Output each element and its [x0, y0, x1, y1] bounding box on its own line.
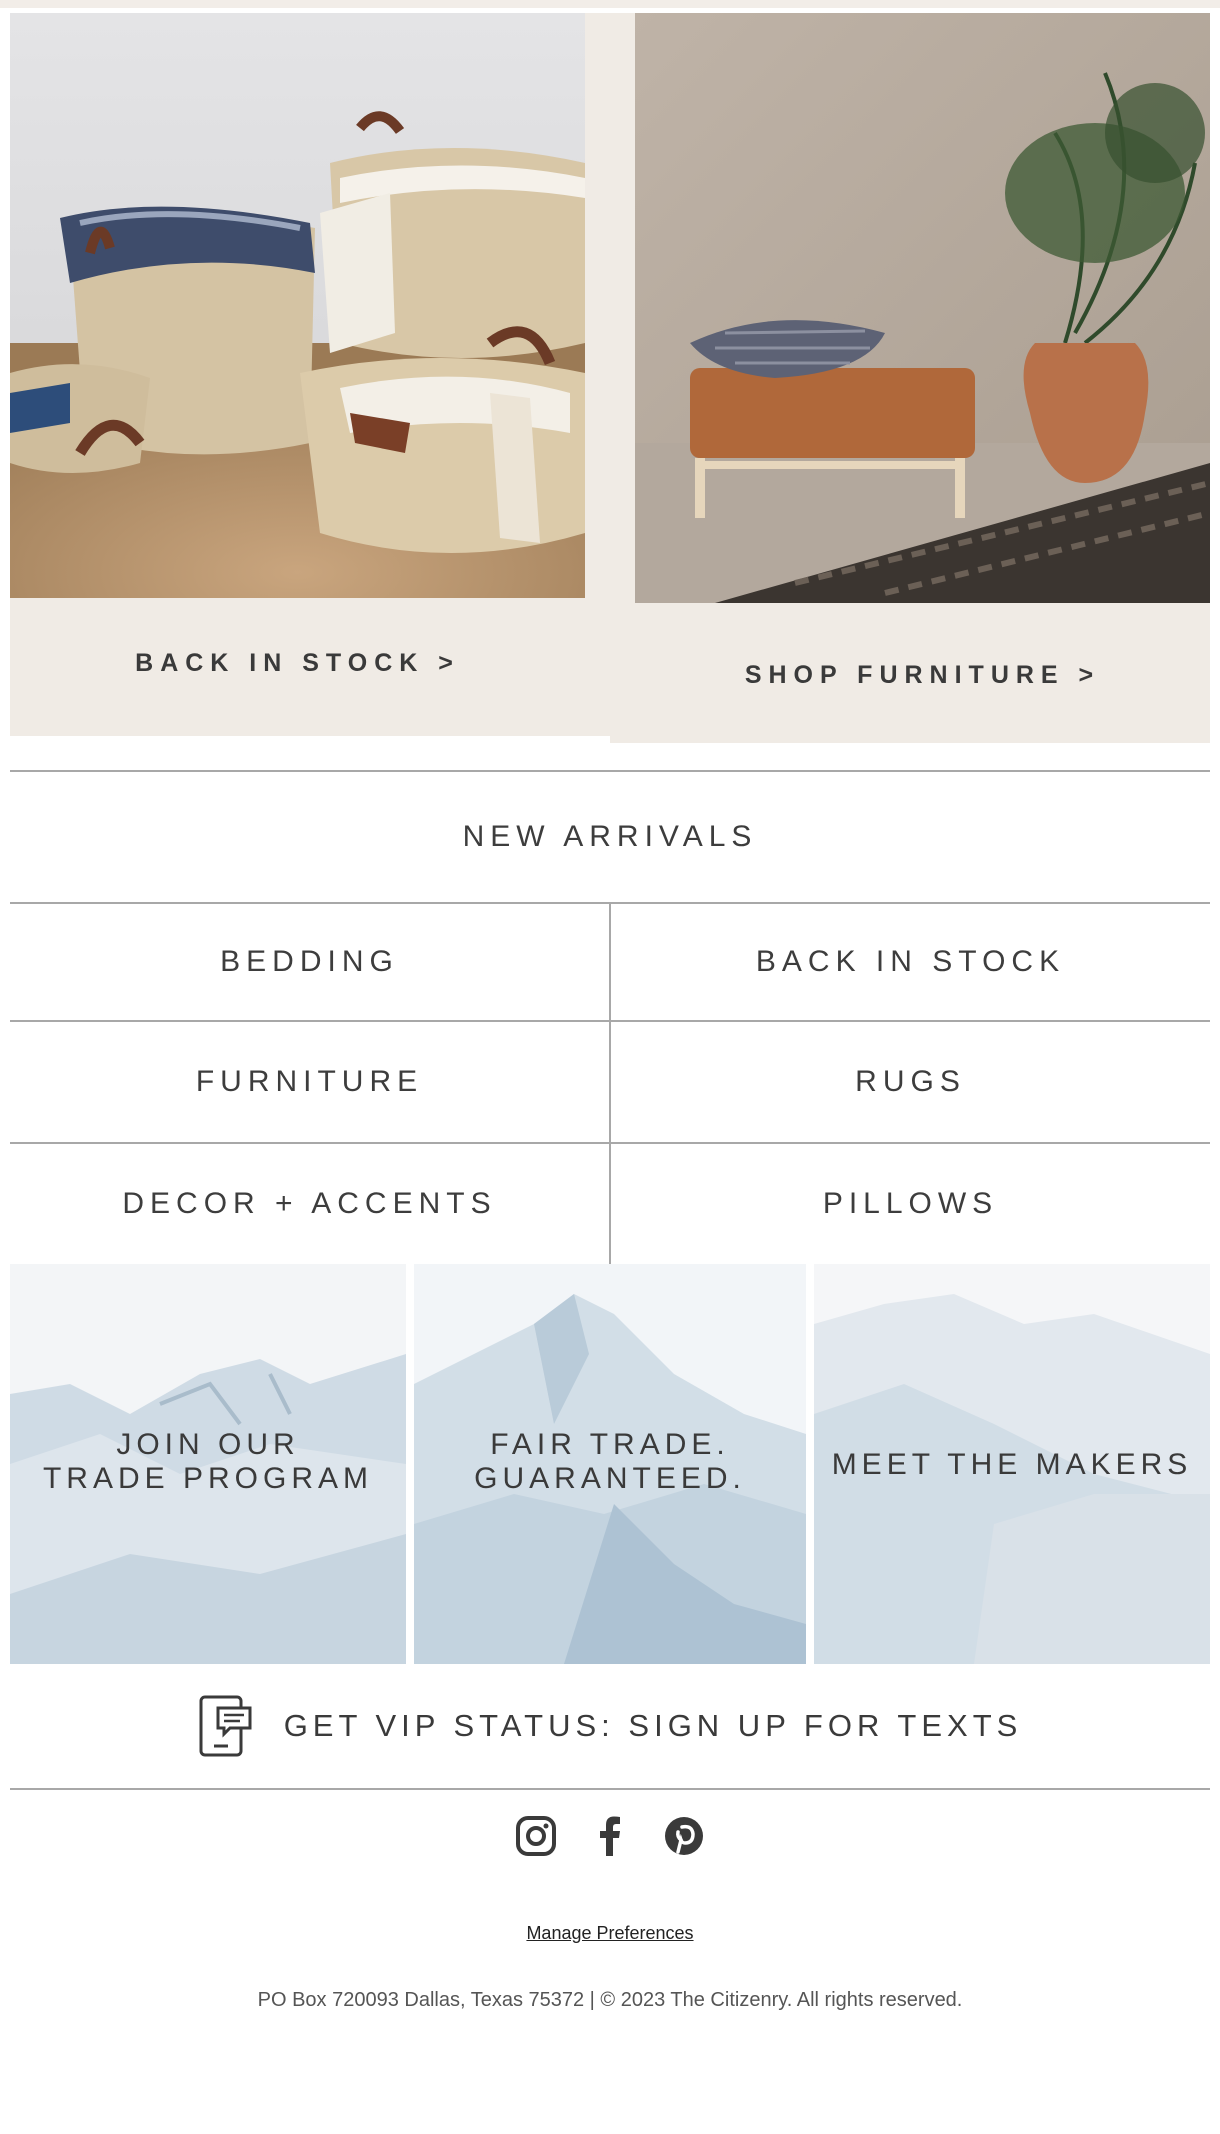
fair-trade-line-2: GUARANTEED. — [474, 1462, 746, 1495]
back-in-stock-link[interactable]: BACK IN STOCK > — [10, 649, 585, 678]
shop-furniture-link[interactable]: SHOP FURNITURE > — [635, 661, 1210, 690]
top-strip — [0, 0, 1220, 8]
footer-address: PO Box 720093 Dallas, Texas 75372 | © 20… — [257, 1989, 963, 2011]
vip-signup[interactable]: GET VIP STATUS: SIGN UP FOR TEXTS — [0, 1690, 1220, 1762]
baskets-image[interactable] — [10, 13, 585, 598]
trade-line-1: JOIN OUR — [116, 1428, 300, 1461]
ottoman-image[interactable] — [635, 13, 1210, 603]
fair-trade-tile[interactable]: FAIR TRADE. GUARANTEED. — [414, 1264, 806, 1664]
category-bedding[interactable]: BEDDING — [10, 904, 609, 1020]
pinterest-icon[interactable] — [663, 1815, 705, 1857]
category-decor-accents[interactable]: DECOR + ACCENTS — [10, 1144, 609, 1264]
instagram-icon[interactable] — [515, 1815, 557, 1857]
category-pillows[interactable]: PILLOWS — [611, 1144, 1210, 1264]
facebook-icon[interactable] — [589, 1815, 631, 1857]
trade-program-tile[interactable]: JOIN OUR TRADE PROGRAM — [10, 1264, 406, 1664]
meet-makers-tile[interactable]: MEET THE MAKERS — [814, 1264, 1210, 1664]
category-furniture[interactable]: FURNITURE — [10, 1022, 609, 1142]
manage-preferences: Manage Preferences — [0, 1923, 1220, 1944]
social-icons — [0, 1815, 1220, 1865]
trade-line-2: TRADE PROGRAM — [42, 1462, 374, 1495]
promo-back-in-stock[interactable]: BACK IN STOCK > — [10, 13, 610, 736]
category-back-in-stock[interactable]: BACK IN STOCK — [611, 904, 1210, 1020]
category-new-arrivals[interactable]: NEW ARRIVALS — [10, 772, 1210, 902]
fair-trade-line-1: FAIR TRADE. — [490, 1428, 730, 1461]
makers-label: MEET THE MAKERS — [831, 1448, 1193, 1481]
promo-shop-furniture[interactable]: SHOP FURNITURE > — [610, 13, 1210, 743]
divider-vertical — [609, 904, 611, 1264]
vip-text: GET VIP STATUS: SIGN UP FOR TEXTS — [283, 1708, 1023, 1743]
category-rugs[interactable]: RUGS — [611, 1022, 1210, 1142]
phone-chat-icon — [198, 1694, 254, 1758]
manage-preferences-link[interactable]: Manage Preferences — [526, 1923, 693, 1943]
divider — [10, 1788, 1210, 1790]
